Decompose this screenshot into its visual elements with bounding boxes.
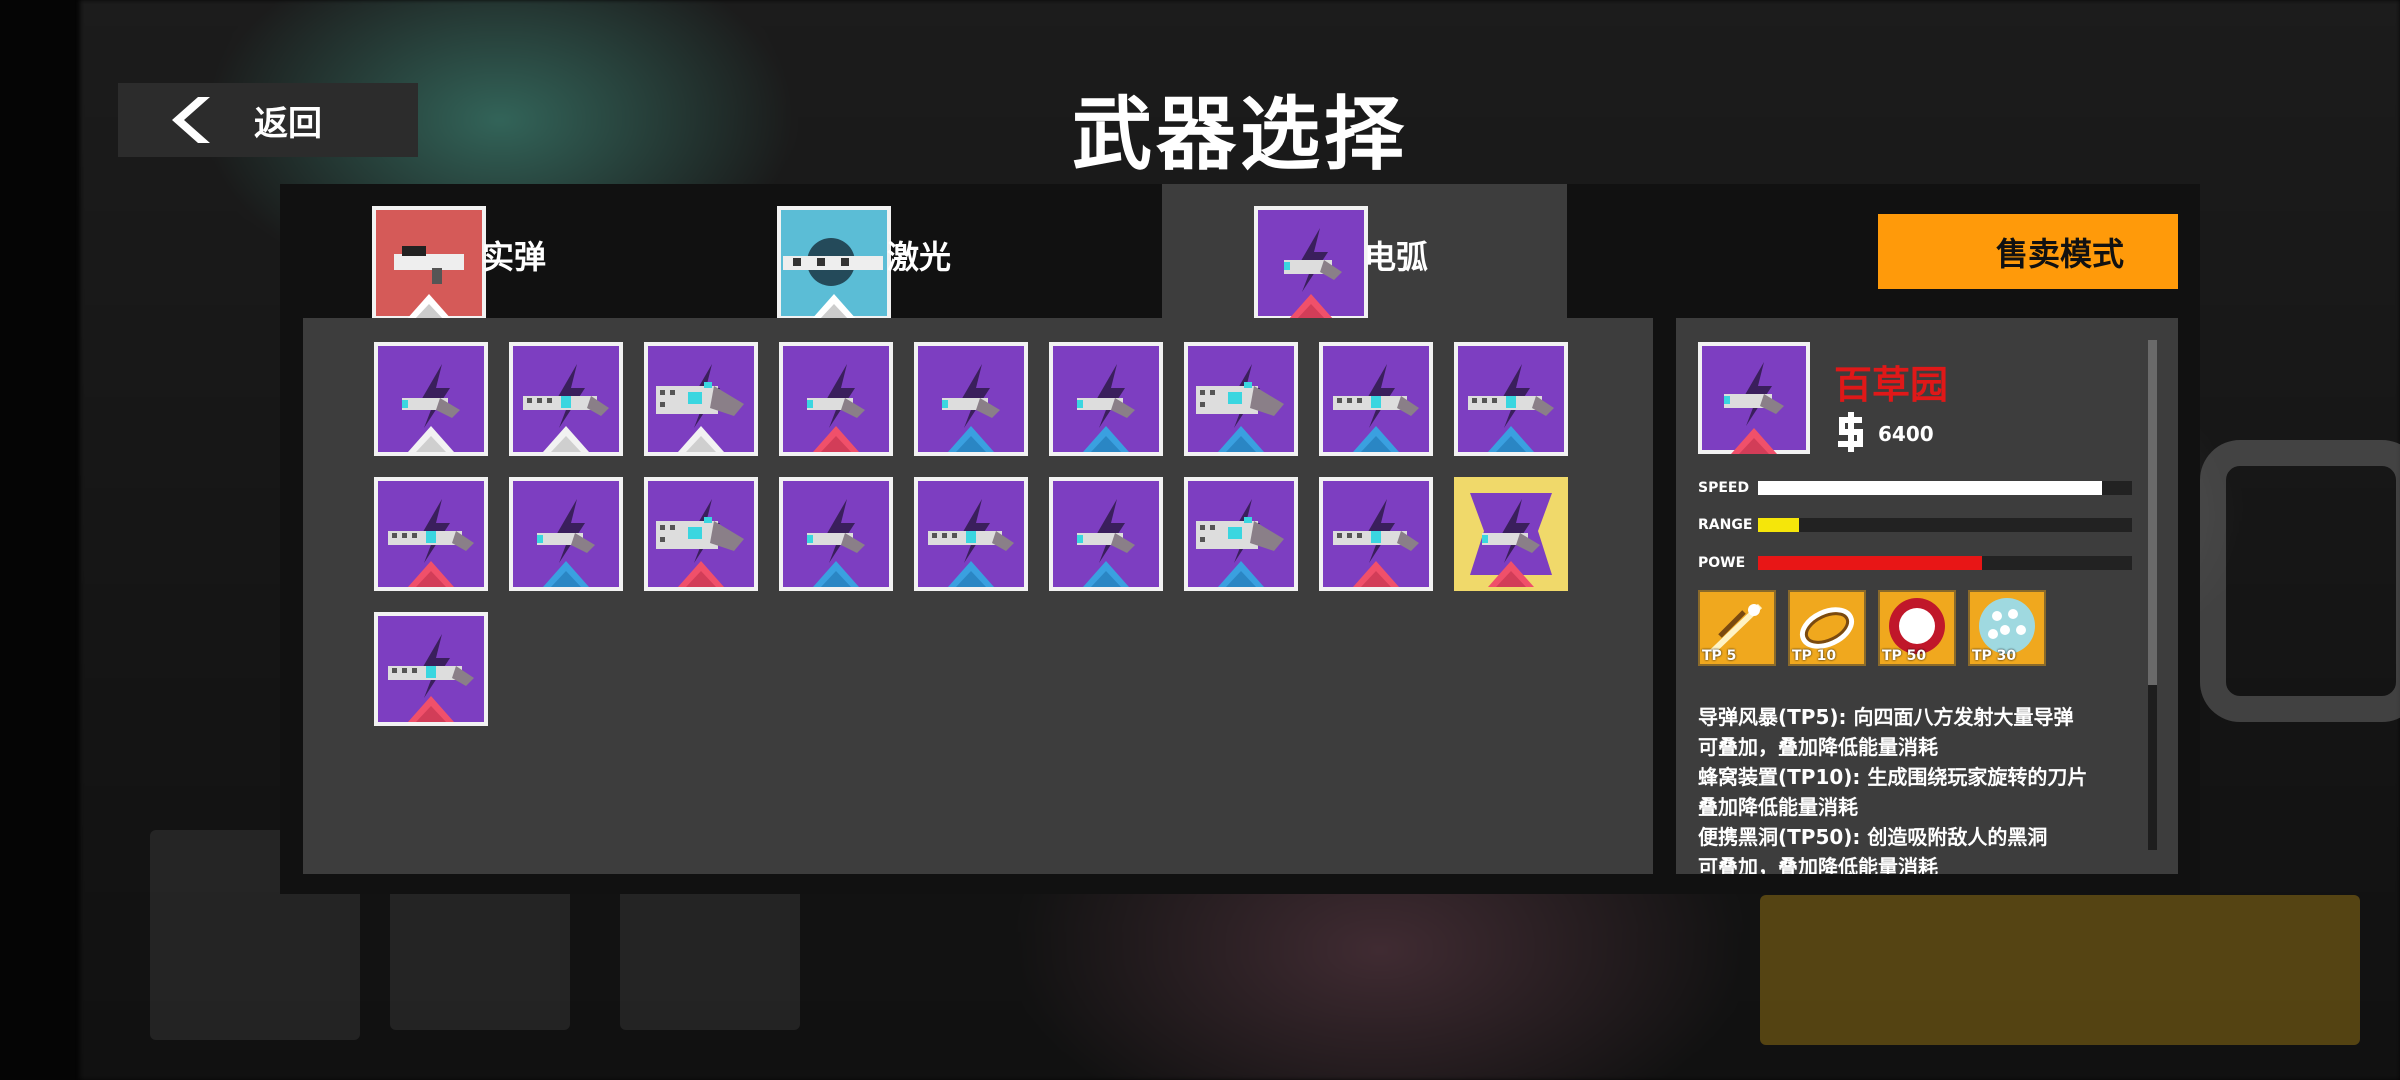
weapon-tile[interactable] [644, 477, 758, 591]
arc-pistol-icon [537, 499, 595, 587]
arc-pistol-icon [1077, 364, 1135, 452]
tab-arc[interactable]: 电弧 [1162, 184, 1567, 320]
stat-label: SPEED [1698, 480, 1750, 496]
stat-label: RANGE [1698, 517, 1753, 533]
arc-rifle-icon [1333, 364, 1419, 452]
description-line: 蜂窝装置(TP10): 生成围绕玩家旋转的刀片 [1698, 765, 2088, 789]
skill-tp: TP 50 [1882, 648, 1927, 664]
arc-cannon-icon [1196, 364, 1284, 452]
weapon-tile[interactable] [644, 342, 758, 456]
weapon-tile[interactable] [1184, 477, 1298, 591]
arc-rifle-icon [928, 499, 1014, 587]
blade-hive-skill[interactable]: TP 10 [1788, 590, 1866, 666]
tab-laser[interactable]: 激光 [685, 184, 1090, 320]
sell-mode-button[interactable]: 售卖模式 [1878, 214, 2178, 289]
arc-rifle-icon [388, 499, 474, 587]
arc-rifle-icon [523, 364, 609, 452]
skill-tp: TP 10 [1792, 648, 1837, 664]
weapon-tile[interactable] [374, 477, 488, 591]
laser-weapon-icon [777, 206, 891, 324]
stat-label: POWE [1698, 555, 1746, 571]
weapon-tile[interactable] [779, 477, 893, 591]
page-title: 武器选择 [1072, 88, 1408, 181]
weapon-name: 百草园 [1834, 363, 1949, 407]
range-bar-fill [1758, 518, 1800, 532]
tab-label: 激光 [887, 238, 952, 276]
shield-orb-skill[interactable]: TP 30 [1968, 590, 2046, 666]
weapon-tile[interactable] [1049, 477, 1163, 591]
weapon-tile[interactable] [1049, 342, 1163, 456]
weapon-tile[interactable] [1319, 477, 1433, 591]
bg-start-button [1760, 895, 2360, 1045]
arc-pistol-icon [1077, 499, 1135, 587]
arc-pistol-icon [402, 364, 460, 452]
description-line: 可叠加，叠加降低能量消耗 [1698, 735, 1938, 759]
power-bar [1758, 556, 2132, 570]
arc-cannon-icon [1196, 499, 1284, 587]
arc-pistol-icon [807, 364, 865, 452]
bg-glyph [2200, 440, 2400, 722]
arc-weapon-icon [1254, 206, 1368, 324]
desc-clip: 导弹风暴(TP5): 向四面八方发射大量导弹 可叠加，叠加降低能量消耗 蜂窝装置… [1676, 700, 2146, 874]
black-hole-skill[interactable]: TP 50 [1878, 590, 1956, 666]
tab-label: 电弧 [1364, 238, 1429, 276]
missile-storm-skill[interactable]: TP 5 [1698, 590, 1776, 666]
arc-rifle-icon [1468, 364, 1554, 452]
arc-rifle-icon [388, 634, 474, 722]
bg-card [390, 880, 570, 1030]
description-line: 叠加降低能量消耗 [1698, 795, 1858, 819]
scrollbar-thumb[interactable] [2148, 340, 2157, 685]
ballistic-weapon-icon [372, 206, 486, 324]
weapon-tile[interactable] [1184, 342, 1298, 456]
power-bar-fill [1758, 556, 1983, 570]
description-line: 可叠加，叠加降低能量消耗 [1698, 855, 1938, 874]
bg-card [620, 880, 800, 1030]
arc-pistol-icon [1458, 481, 1564, 587]
skill-tp: TP 30 [1972, 648, 2017, 664]
weapon-tile[interactable] [779, 342, 893, 456]
weapon-tile[interactable] [1319, 342, 1433, 456]
weapon-tile[interactable] [1454, 477, 1568, 591]
range-bar [1758, 518, 2132, 532]
description-line: 便携黑洞(TP50): 创造吸附敌人的黑洞 [1698, 825, 2048, 849]
tab-ballistic[interactable]: 实弹 [280, 184, 685, 320]
selected-weapon-icon [1698, 342, 1810, 458]
coin-icon [1834, 412, 1868, 456]
arc-pistol-icon [807, 499, 865, 587]
arc-cannon-icon [656, 364, 744, 452]
weapon-tile[interactable] [509, 342, 623, 456]
speed-bar [1758, 481, 2132, 495]
weapon-tile[interactable] [374, 342, 488, 456]
arc-pistol-icon [942, 364, 1000, 452]
weapon-price: 6400 [1878, 422, 1934, 446]
arc-cannon-icon [656, 499, 744, 587]
description-line: 导弹风暴(TP5): 向四面八方发射大量导弹 [1698, 705, 2074, 729]
detail-scrollbar[interactable] [2148, 340, 2157, 850]
weapon-tile[interactable] [914, 477, 1028, 591]
arc-rifle-icon [1333, 499, 1419, 587]
speed-bar-fill [1758, 481, 2103, 495]
weapon-tile[interactable] [374, 612, 488, 726]
weapon-tile[interactable] [914, 342, 1028, 456]
weapon-tile[interactable] [1454, 342, 1568, 456]
weapon-tile[interactable] [509, 477, 623, 591]
tab-label: 实弹 [482, 238, 547, 276]
skill-description: 导弹风暴(TP5): 向四面八方发射大量导弹 可叠加，叠加降低能量消耗 蜂窝装置… [1698, 702, 2138, 874]
skill-tp: TP 5 [1702, 648, 1737, 664]
